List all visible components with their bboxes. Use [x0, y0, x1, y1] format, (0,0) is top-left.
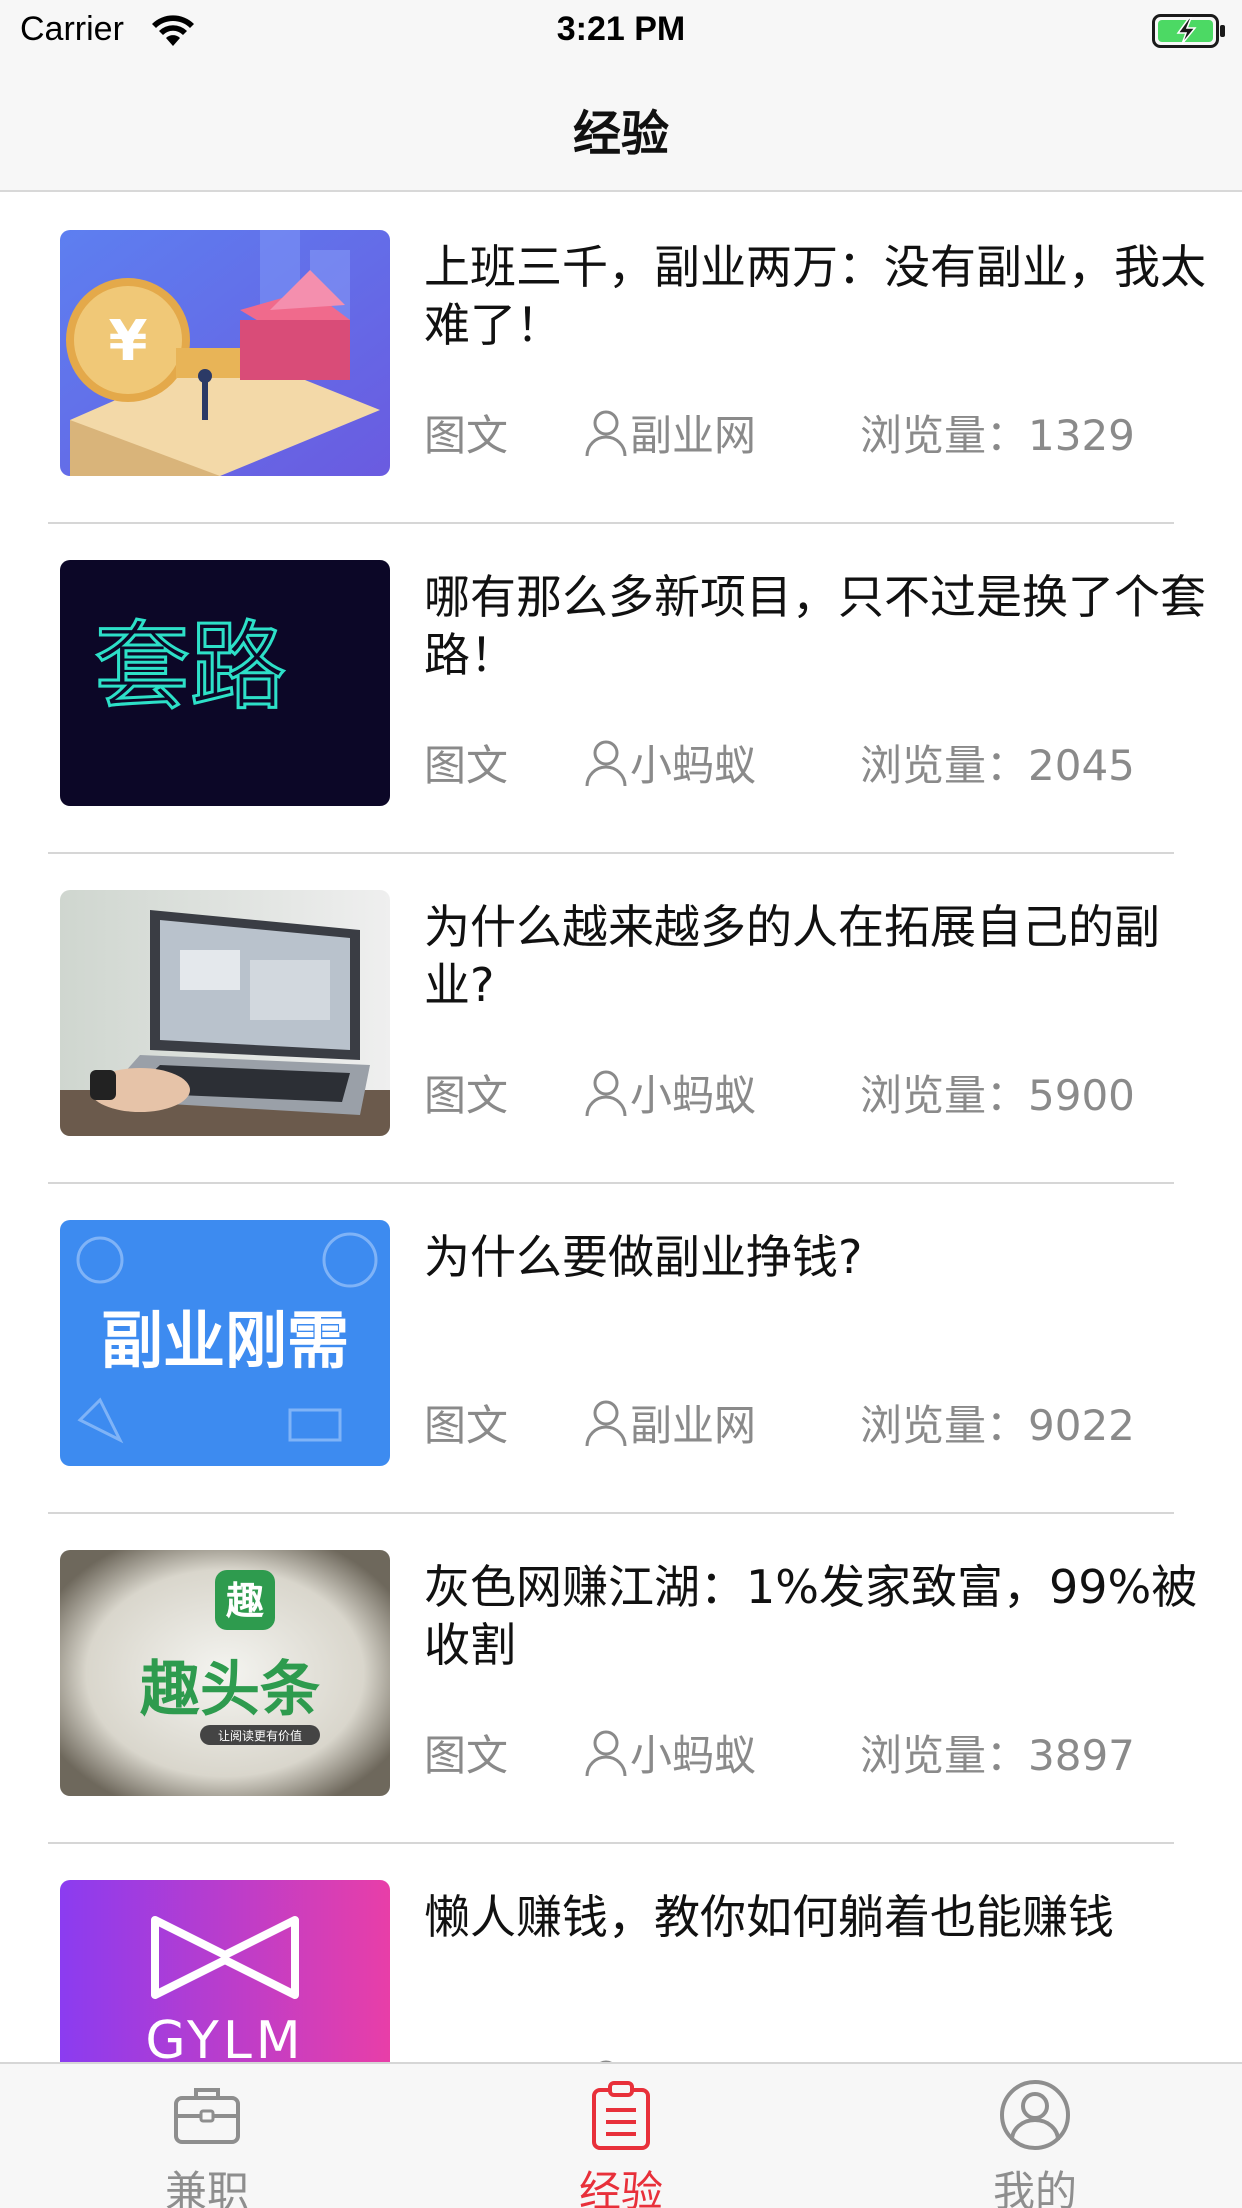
article-row[interactable]: GYLM 懒人赚钱，教你如何躺着也能赚钱 图文 小蚂蚁 浏览量：: [0, 1844, 1242, 2062]
article-title[interactable]: 哪有那么多新项目，只不过是换了个套路！: [424, 568, 1214, 684]
article-type: 图文: [424, 741, 509, 790]
article-title[interactable]: 为什么越来越多的人在拓展自己的副业?: [424, 898, 1214, 1014]
article-row[interactable]: 为什么越来越多的人在拓展自己的副业? 图文 小蚂蚁 浏览量：5900: [0, 854, 1242, 1184]
clock: 3:21 PM: [556, 10, 686, 48]
author-name: 小蚂蚁: [630, 2052, 756, 2062]
article-meta: 图文 小蚂蚁 浏览量：2045: [424, 732, 1224, 792]
view-count: 浏览量：3897: [860, 1731, 1135, 1780]
article-meta: 图文 小蚂蚁 浏览量：: [424, 2052, 1224, 2062]
clipboard-icon: [592, 2081, 650, 2150]
article-row[interactable]: 趣 趣头条 让阅读更有价值 灰色网赚江湖：1%发家致富，99%被收割 图文 小蚂…: [0, 1514, 1242, 1844]
article-type: 图文: [424, 2052, 508, 2062]
battery-charging-icon: [1152, 14, 1225, 48]
tab-label: 兼职: [164, 2167, 249, 2208]
article-thumbnail: ¥: [60, 230, 390, 476]
article-thumbnail: 套路: [60, 560, 390, 806]
tab-experience[interactable]: 经验: [414, 2064, 828, 2208]
article-list[interactable]: ¥ 上班三千，副业两万：没有副业，我太难了！ 图文 副业网 浏览量：1329 套…: [0, 194, 1242, 2062]
author-name: 副业网: [630, 411, 757, 460]
article-author: 小蚂蚁: [584, 1062, 756, 1123]
qutoutiao-logo-icon: 趣 趣头条 让阅读更有价值: [60, 1550, 390, 1796]
neon-calligraphy-icon: 套路: [60, 560, 390, 806]
tab-label: 我的: [992, 2167, 1077, 2208]
thumbnail-slogan: 让阅读更有价值: [218, 1728, 302, 1743]
laptop-photo-icon: [60, 890, 390, 1136]
thumbnail-text: 趣头条: [140, 1655, 320, 1725]
author-name: 小蚂蚁: [630, 741, 757, 790]
view-count: 浏览量：: [860, 2052, 1028, 2062]
author-name: 副业网: [630, 1401, 757, 1450]
article-title[interactable]: 上班三千，副业两万：没有副业，我太难了！: [424, 238, 1214, 354]
article-type: 图文: [424, 1731, 509, 1780]
article-row[interactable]: 套路 哪有那么多新项目，只不过是换了个套路！ 图文 小蚂蚁 浏览量：2045: [0, 524, 1242, 854]
view-count: 浏览量：5900: [860, 1071, 1135, 1120]
person-outline-icon: [585, 1070, 627, 1116]
person-outline-icon: [585, 1400, 627, 1446]
person-outline-icon: [585, 1730, 627, 1776]
article-title[interactable]: 灰色网赚江湖：1%发家致富，99%被收割: [424, 1558, 1214, 1674]
article-type: 图文: [424, 1401, 509, 1450]
gylm-logo-icon: GYLM: [60, 1880, 390, 2062]
blue-banner-icon: 副业刚需: [60, 1220, 390, 1466]
article-thumbnail: 趣 趣头条 让阅读更有价值: [60, 1550, 390, 1796]
tab-label: 经验: [578, 2167, 663, 2208]
article-row[interactable]: 副业刚需 为什么要做副业挣钱? 图文 副业网 浏览量：9022: [0, 1184, 1242, 1514]
article-type: 图文: [424, 411, 509, 460]
thumbnail-badge-text: 趣: [226, 1579, 264, 1623]
view-count: 浏览量：2045: [860, 741, 1135, 790]
article-meta: 图文 副业网 浏览量：9022: [424, 1392, 1224, 1452]
author-name: 小蚂蚁: [630, 1731, 757, 1780]
article-thumbnail: [60, 890, 390, 1136]
article-meta: 图文 小蚂蚁 浏览量：3897: [424, 1722, 1224, 1782]
article-meta: 图文 小蚂蚁 浏览量：5900: [424, 1062, 1224, 1122]
status-bar: Carrier 3:21 PM: [0, 0, 1242, 62]
person-outline-icon: [585, 740, 627, 786]
article-author: 小蚂蚁: [584, 1722, 756, 1783]
article-author: 副业网: [584, 1392, 756, 1453]
article-thumbnail: GYLM: [60, 1880, 390, 2062]
thumbnail-text: GYLM: [145, 2011, 304, 2062]
tab-part-time[interactable]: 兼职: [0, 2064, 414, 2208]
article-meta: 图文 副业网 浏览量：1329: [424, 402, 1224, 462]
thumbnail-text: 套路: [94, 611, 286, 723]
app-screen: Carrier 3:21 PM 经验 ¥ 上班三千，副业两万：没有副业，我太难了…: [0, 0, 1242, 2208]
tab-bar: 兼职 经验 我的: [0, 2062, 1242, 2208]
view-count: 浏览量：1329: [860, 411, 1135, 460]
coin-illustration-icon: ¥: [60, 230, 390, 476]
article-title[interactable]: 懒人赚钱，教你如何躺着也能赚钱: [424, 1888, 1214, 1946]
article-thumbnail: 副业刚需: [60, 1220, 390, 1466]
article-title[interactable]: 为什么要做副业挣钱?: [424, 1228, 1214, 1286]
tab-me[interactable]: 我的: [828, 2064, 1242, 2208]
view-count: 浏览量：9022: [860, 1401, 1135, 1450]
page-title: 经验: [572, 106, 669, 162]
person-icon: [1000, 2080, 1070, 2150]
article-type: 图文: [424, 1071, 509, 1120]
svg-text:¥: ¥: [109, 309, 148, 374]
thumbnail-text: 副业刚需: [101, 1304, 349, 1377]
article-author: 小蚂蚁: [584, 732, 756, 793]
article-row[interactable]: ¥ 上班三千，副业两万：没有副业，我太难了！ 图文 副业网 浏览量：1329: [0, 194, 1242, 524]
article-author: 副业网: [584, 402, 756, 463]
person-outline-icon: [585, 410, 627, 456]
article-author: 小蚂蚁: [584, 2052, 756, 2062]
author-name: 小蚂蚁: [630, 1071, 757, 1120]
navigation-bar: 经验: [0, 62, 1242, 192]
briefcase-icon: [174, 2088, 240, 2144]
